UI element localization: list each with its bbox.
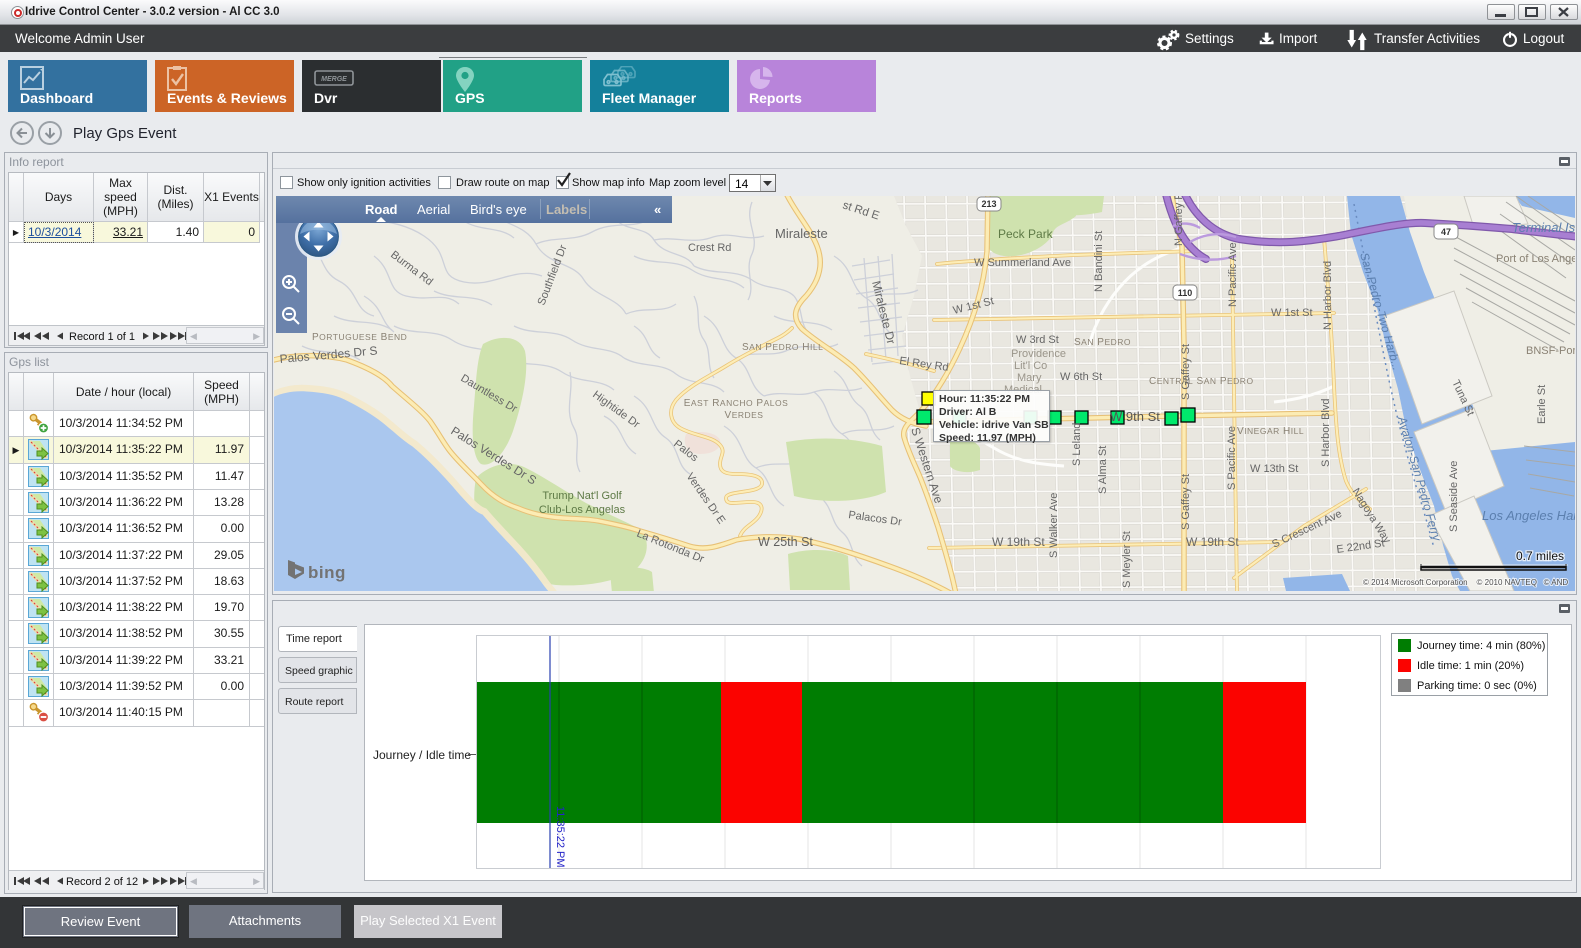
svg-text:Trump Nat'l Golf: Trump Nat'l Golf (542, 490, 622, 502)
svg-text:MERGE: MERGE (321, 76, 347, 83)
svg-text:N Gaffey Pl: N Gaffey Pl (1173, 196, 1185, 246)
svg-text:Earle St: Earle St (1536, 385, 1548, 424)
svg-text:S Gaffey St: S Gaffey St (1180, 474, 1192, 530)
svg-text:Providence: Providence (1011, 348, 1066, 360)
svg-text:W 19th St: W 19th St (992, 535, 1045, 549)
svg-text:S Walker Ave: S Walker Ave (1048, 493, 1060, 558)
svg-text:S Harbor Blvd: S Harbor Blvd (1320, 399, 1332, 467)
svg-text:EAST RANCHO PALOS: EAST RANCHO PALOS (684, 398, 789, 409)
svg-text:S Seaside Ave: S Seaside Ave (1448, 461, 1460, 532)
svg-text:W 3rd St: W 3rd St (1016, 334, 1059, 346)
svg-text:W 25th St: W 25th St (758, 535, 813, 549)
svg-text:110: 110 (1178, 288, 1193, 298)
svg-text:W Summerland Ave: W Summerland Ave (974, 257, 1071, 269)
svg-text:S Meyler St: S Meyler St (1121, 531, 1133, 588)
svg-text:Port of Los Angel: Port of Los Angel (1496, 253, 1575, 265)
svg-text:Mary: Mary (1017, 372, 1042, 384)
svg-text:N Bandini St: N Bandini St (1093, 231, 1105, 292)
svg-text:Miraleste: Miraleste (775, 226, 828, 241)
svg-text:BNSF-Port: BNSF-Port (1526, 345, 1575, 357)
svg-text:© 2014 Microsoft Corporation: © 2014 Microsoft Corporation © 2010 NAVT… (1363, 578, 1568, 587)
svg-text:S Gaffey St: S Gaffey St (1180, 344, 1192, 400)
svg-text:N Pacific Ave: N Pacific Ave (1227, 242, 1239, 307)
svg-text:CENTRAL SAN PEDRO: CENTRAL SAN PEDRO (1149, 376, 1254, 387)
svg-text:0.7 miles: 0.7 miles (1516, 549, 1564, 563)
svg-text:11:35:22 PM: 11:35:22 PM (554, 806, 566, 868)
svg-text:213: 213 (981, 199, 996, 209)
svg-text:Record 1 of 1: Record 1 of 1 (69, 331, 135, 343)
svg-text:Los Angeles Harb: Los Angeles Harb (1482, 508, 1575, 523)
svg-text:SAN PEDRO: SAN PEDRO (1074, 337, 1131, 348)
svg-text:Crest Rd: Crest Rd (688, 242, 731, 254)
svg-text:Club-Los Angelas: Club-Los Angelas (539, 504, 626, 516)
svg-text:PORTUGUESE BEND: PORTUGUESE BEND (312, 332, 407, 343)
svg-text:W 9th St: W 9th St (1110, 409, 1160, 424)
svg-text:W 6th St: W 6th St (1060, 371, 1102, 383)
svg-text:Peck Park: Peck Park (998, 227, 1054, 241)
svg-text:VINEGAR HILL: VINEGAR HILL (1237, 426, 1304, 437)
svg-text:VERDES: VERDES (725, 410, 764, 421)
svg-text:W 13th St: W 13th St (1250, 463, 1298, 475)
svg-text:S Alma St: S Alma St (1097, 446, 1109, 494)
svg-text:W 1st St: W 1st St (1271, 307, 1313, 319)
svg-text:S Pacific Ave: S Pacific Ave (1226, 426, 1238, 490)
svg-text:Lit'l Co: Lit'l Co (1014, 360, 1047, 372)
svg-text:SAN PEDRO HILL: SAN PEDRO HILL (742, 342, 823, 353)
svg-text:Terminal Isl: Terminal Isl (1512, 220, 1575, 235)
svg-text:47: 47 (1441, 227, 1451, 237)
svg-text:N Harbor Blvd: N Harbor Blvd (1322, 261, 1334, 330)
svg-text:S Leland: S Leland (1071, 423, 1083, 466)
svg-text:Record 2 of 12: Record 2 of 12 (66, 876, 138, 888)
svg-text:W 19th St: W 19th St (1186, 535, 1239, 549)
svg-text:bing: bing (308, 563, 346, 582)
